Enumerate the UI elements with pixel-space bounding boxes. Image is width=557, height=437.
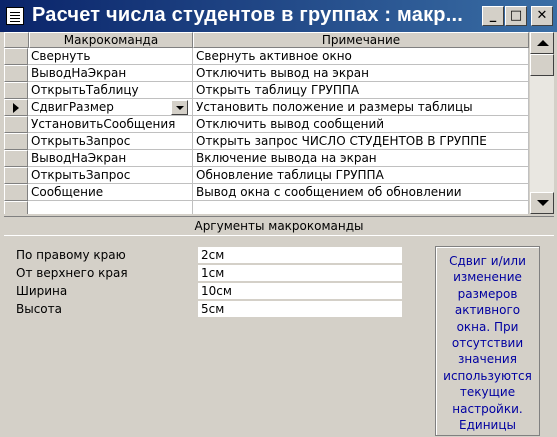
action-cell[interactable]: ВыводНаЭкран	[28, 150, 193, 167]
row-selector[interactable]	[4, 48, 28, 65]
row-selector[interactable]	[4, 150, 28, 167]
arg-label-top: От верхнего края	[16, 266, 128, 280]
note-cell[interactable]	[193, 201, 529, 214]
action-cell[interactable]: ОткрытьЗапрос	[28, 133, 193, 150]
arg-field-height[interactable]: 5см	[198, 301, 402, 317]
macro-window-icon[interactable]	[6, 7, 24, 25]
arg-field-width[interactable]: 10см	[198, 283, 402, 299]
action-cell[interactable]: Сообщение	[28, 184, 193, 201]
row-pointer-icon	[13, 103, 19, 113]
arg-label-height: Высота	[16, 302, 62, 316]
row-selector[interactable]	[4, 116, 28, 133]
row-selector[interactable]	[4, 201, 28, 214]
action-cell[interactable]: ОткрытьЗапрос	[28, 167, 193, 184]
argument-hint: Сдвиг и/или изменение размеров активного…	[435, 246, 540, 436]
title-bar: Расчет числа студентов в группах : макр.…	[0, 0, 557, 32]
row-selector[interactable]	[4, 65, 28, 82]
close-button[interactable]: ✕	[531, 6, 553, 26]
row-selector[interactable]	[4, 167, 28, 184]
arg-field-top[interactable]: 1см	[198, 265, 402, 281]
column-header-note[interactable]: Примечание	[193, 32, 529, 48]
row-selector[interactable]	[4, 133, 28, 150]
note-cell[interactable]: Обновление таблицы ГРУППА	[193, 167, 529, 184]
note-cell[interactable]: Установить положение и размеры таблицы	[193, 99, 529, 116]
arg-label-width: Ширина	[16, 284, 68, 298]
scroll-thumb[interactable]	[530, 54, 554, 76]
row-selector[interactable]	[4, 99, 28, 116]
note-cell[interactable]: Открыть запрос ЧИСЛО СТУДЕНТОВ В ГРУППЕ	[193, 133, 529, 150]
action-cell[interactable]: УстановитьСообщения	[28, 116, 193, 133]
action-cell[interactable]	[28, 201, 193, 214]
arg-label-right: По правому краю	[16, 248, 126, 262]
action-cell[interactable]: СдвигРазмер	[28, 99, 193, 116]
note-cell[interactable]: Отключить вывод на экран	[193, 65, 529, 82]
minimize-button[interactable]: _	[482, 6, 504, 26]
macro-grid: Макрокоманда Примечание Свернуть Свернуть…	[4, 32, 529, 214]
scroll-down-icon[interactable]	[530, 192, 554, 214]
note-cell[interactable]: Свернуть активное окно	[193, 48, 529, 65]
note-cell[interactable]: Включение вывода на экран	[193, 150, 529, 167]
row-selector[interactable]	[4, 184, 28, 201]
arg-field-right[interactable]: 2см	[198, 247, 402, 263]
arguments-header: Аргументы макрокоманды	[4, 216, 554, 236]
note-cell[interactable]: Вывод окна с сообщением об обновлении	[193, 184, 529, 201]
row-selector[interactable]	[4, 82, 28, 99]
column-header-action[interactable]: Макрокоманда	[29, 32, 193, 48]
action-cell[interactable]: ОткрытьТаблицу	[28, 82, 193, 99]
scroll-up-icon[interactable]	[530, 32, 554, 54]
dropdown-arrow-icon[interactable]	[171, 100, 188, 115]
window-title: Расчет числа студентов в группах : макр.…	[32, 4, 463, 26]
note-cell[interactable]: Открыть таблицу ГРУППА	[193, 82, 529, 99]
action-cell[interactable]: Свернуть	[28, 48, 193, 65]
action-cell[interactable]: ВыводНаЭкран	[28, 65, 193, 82]
vertical-scrollbar[interactable]	[530, 32, 554, 214]
maximize-button[interactable]: □	[505, 6, 527, 26]
grid-corner[interactable]	[4, 32, 29, 48]
note-cell[interactable]: Отключить вывод сообщений	[193, 116, 529, 133]
